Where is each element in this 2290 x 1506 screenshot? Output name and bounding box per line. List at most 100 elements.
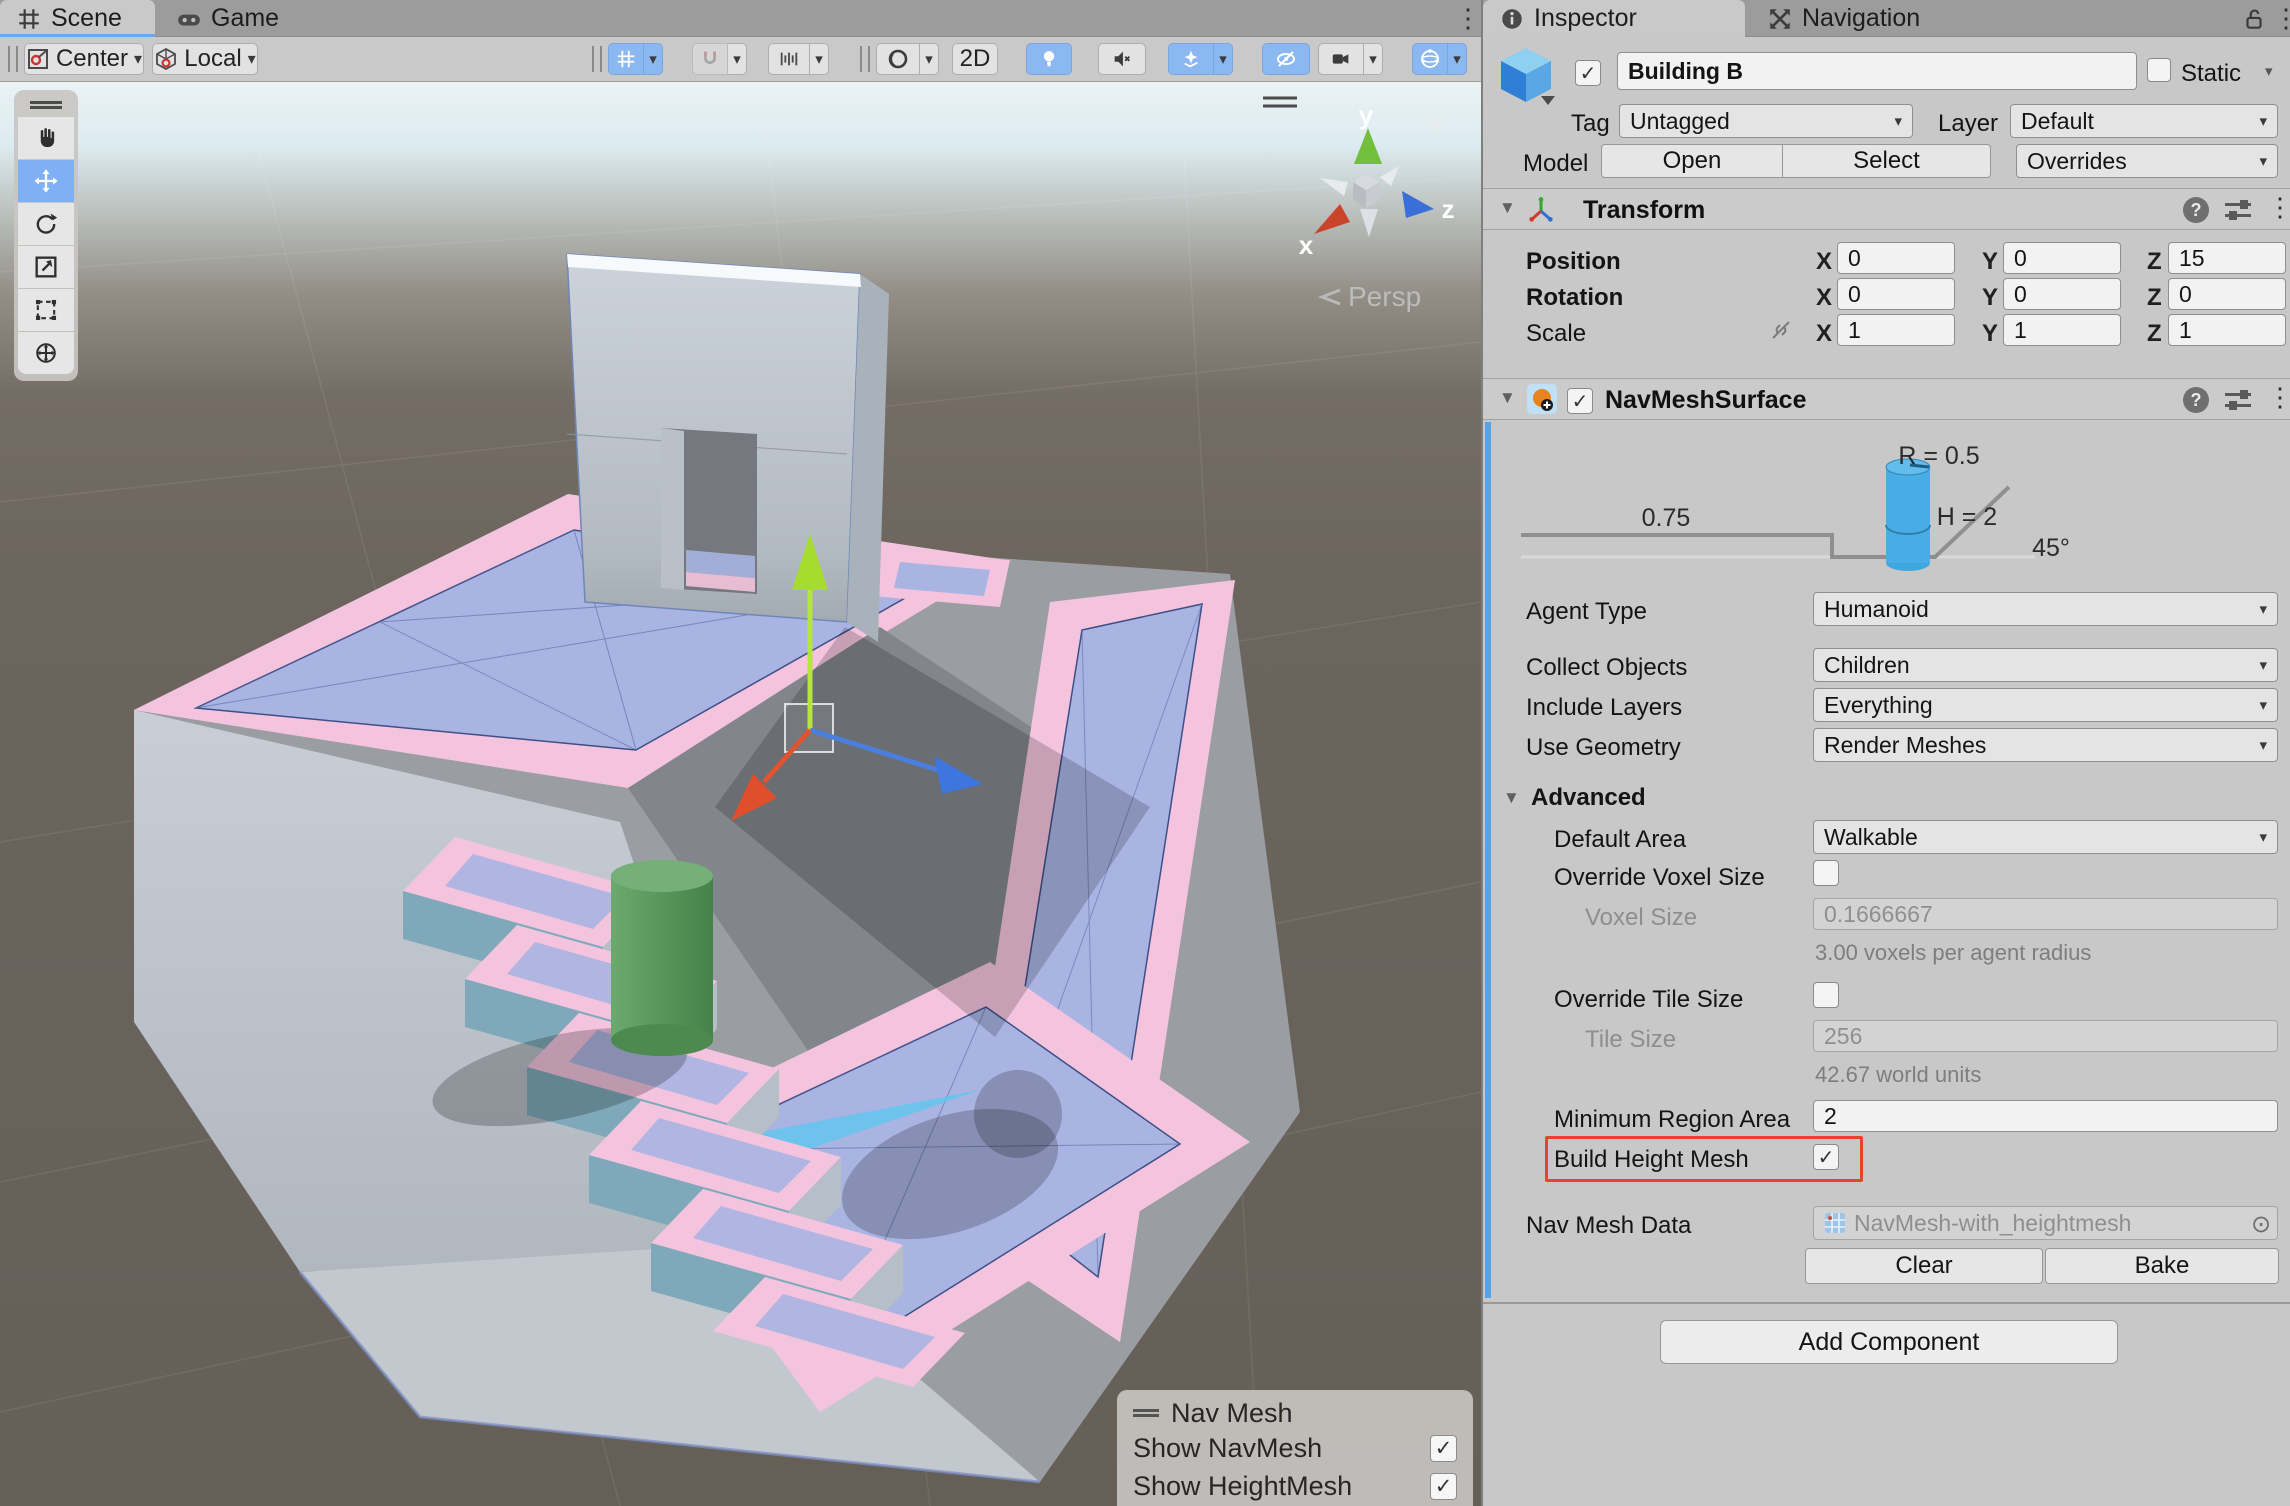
- scale-label: Scale: [1526, 320, 1586, 348]
- prefab-cube-icon[interactable]: [1497, 46, 1555, 106]
- transform-tool-button[interactable]: [18, 332, 74, 374]
- link-broken-icon[interactable]: [1769, 318, 1793, 342]
- include-layers-dropdown[interactable]: Everything▾: [1813, 688, 2278, 722]
- layer-dropdown[interactable]: Default▾: [2010, 104, 2278, 138]
- override-tile-checkbox[interactable]: [1813, 982, 1839, 1008]
- position-x-field[interactable]: 0: [1837, 242, 1955, 274]
- chevron-down-icon: ▾: [815, 50, 823, 68]
- camera-view-button[interactable]: [1318, 43, 1364, 75]
- override-voxel-checkbox[interactable]: [1813, 860, 1839, 886]
- bake-button[interactable]: Bake: [2045, 1248, 2279, 1284]
- tab-game[interactable]: Game: [160, 0, 310, 37]
- legend-title-row[interactable]: Nav Mesh: [1133, 1398, 1457, 1428]
- scale-tool-button[interactable]: [18, 246, 74, 288]
- tag-dropdown[interactable]: Untagged▾: [1619, 104, 1913, 138]
- projection-label[interactable]: Persp: [1348, 281, 1421, 312]
- move-tool-button[interactable]: [18, 160, 74, 202]
- gizmos-toggle-button[interactable]: [1412, 43, 1448, 75]
- nav-mesh-data-field[interactable]: NavMesh-with_heightmesh: [1813, 1206, 2278, 1240]
- static-dropdown[interactable]: ▾: [2265, 62, 2273, 80]
- toolbar-drag-handle[interactable]: [860, 46, 870, 72]
- hidden-objects-button[interactable]: [1262, 43, 1310, 75]
- help-icon[interactable]: ?: [2183, 387, 2209, 413]
- default-area-dropdown[interactable]: Walkable▾: [1813, 820, 2278, 854]
- position-label: Position: [1526, 248, 1621, 276]
- effects-dropdown[interactable]: ▾: [1214, 43, 1233, 75]
- show-heightmesh-checkbox[interactable]: ✓: [1430, 1473, 1457, 1500]
- pivot-mode-button[interactable]: Center ▾: [24, 43, 144, 75]
- agent-type-dropdown[interactable]: Humanoid▾: [1813, 592, 2278, 626]
- lock-icon[interactable]: [2241, 6, 2267, 37]
- legend-drag-handle[interactable]: [1133, 1409, 1159, 1417]
- scene-menu-kebab[interactable]: ⋮: [1455, 4, 1481, 32]
- object-picker-icon[interactable]: ⊙: [2251, 1210, 2271, 1239]
- advanced-foldout[interactable]: ▼: [1503, 788, 1520, 808]
- rotation-y-field[interactable]: 0: [2003, 278, 2121, 310]
- step-height-label: 0.75: [1642, 504, 1691, 532]
- clear-button[interactable]: Clear: [1805, 1248, 2043, 1284]
- snap-toggle-button[interactable]: [692, 43, 728, 75]
- hand-tool-button[interactable]: [18, 117, 74, 159]
- scene-3d-render: y x z Persp: [0, 82, 1481, 1506]
- section-separator: [1483, 1302, 2290, 1304]
- orientation-button[interactable]: Local ▾: [152, 43, 258, 75]
- collect-objects-label: Collect Objects: [1526, 654, 1687, 682]
- add-component-button[interactable]: Add Component: [1660, 1320, 2118, 1364]
- lighting-toggle-button[interactable]: [1026, 43, 1072, 75]
- navmeshsurface-enabled-checkbox[interactable]: ✓: [1567, 388, 1593, 414]
- presets-icon[interactable]: [2225, 199, 2251, 221]
- toolbar-drag-handle[interactable]: [592, 46, 602, 72]
- advanced-label[interactable]: Advanced: [1531, 784, 1646, 812]
- axis-y-label: Y: [1982, 320, 1998, 348]
- navmeshsurface-kebab[interactable]: ⋮: [2267, 383, 2290, 411]
- tab-scene[interactable]: Scene: [0, 0, 155, 37]
- rotation-z-field[interactable]: 0: [2168, 278, 2286, 310]
- inspector-menu-kebab[interactable]: ⋮: [2273, 4, 2290, 32]
- rotation-x-field[interactable]: 0: [1837, 278, 1955, 310]
- 2d-toggle-button[interactable]: 2D: [952, 43, 998, 75]
- snap-increment-dropdown[interactable]: ▾: [810, 43, 829, 75]
- rect-tool-button[interactable]: [18, 289, 74, 331]
- gameobject-active-checkbox[interactable]: ✓: [1575, 60, 1601, 86]
- use-geometry-dropdown[interactable]: Render Meshes▾: [1813, 728, 2278, 762]
- static-checkbox[interactable]: [2147, 58, 2171, 82]
- scene-viewport[interactable]: y x z Persp: [0, 82, 1481, 1506]
- navmeshsurface-foldout[interactable]: ▼: [1499, 388, 1516, 408]
- include-layers-label: Include Layers: [1526, 694, 1682, 722]
- transform-title: Transform: [1583, 196, 1705, 225]
- tab-inspector-label: Inspector: [1534, 4, 1637, 33]
- collect-objects-dropdown[interactable]: Children▾: [1813, 648, 2278, 682]
- position-y-field[interactable]: 0: [2003, 242, 2121, 274]
- gizmos-dropdown[interactable]: ▾: [1448, 43, 1467, 75]
- help-icon[interactable]: ?: [2183, 197, 2209, 223]
- effects-toggle-button[interactable]: [1168, 43, 1214, 75]
- position-z-field[interactable]: 15: [2168, 242, 2286, 274]
- gameobject-name-field[interactable]: Building B: [1617, 52, 2137, 90]
- model-open-button[interactable]: Open: [1601, 144, 1783, 178]
- scale-z-field[interactable]: 1: [2168, 314, 2286, 346]
- presets-icon[interactable]: [2225, 389, 2251, 411]
- rotate-tool-button[interactable]: [18, 203, 74, 245]
- tab-navigation[interactable]: Navigation: [1751, 0, 2001, 37]
- audio-toggle-button[interactable]: [1098, 43, 1146, 75]
- grid-visibility-dropdown[interactable]: ▾: [644, 43, 663, 75]
- toolbar-drag-handle[interactable]: [8, 46, 18, 72]
- min-region-field[interactable]: 2: [1813, 1100, 2278, 1132]
- draw-mode-button[interactable]: [876, 43, 920, 75]
- show-navmesh-checkbox[interactable]: ✓: [1430, 1435, 1457, 1462]
- build-height-mesh-checkbox[interactable]: ✓: [1813, 1144, 1839, 1170]
- camera-view-dropdown[interactable]: ▾: [1364, 43, 1383, 75]
- tools-drag-handle[interactable]: [18, 94, 74, 116]
- scale-x-field[interactable]: 1: [1837, 314, 1955, 346]
- draw-mode-dropdown[interactable]: ▾: [920, 43, 939, 75]
- chevron-down-icon: ▾: [2259, 112, 2267, 130]
- snap-toggle-dropdown[interactable]: ▾: [728, 43, 747, 75]
- model-select-button[interactable]: Select: [1783, 144, 1991, 178]
- transform-kebab[interactable]: ⋮: [2267, 193, 2290, 221]
- snap-increment-button[interactable]: [768, 43, 810, 75]
- transform-foldout[interactable]: ▼: [1499, 198, 1516, 218]
- overrides-dropdown[interactable]: Overrides▾: [2016, 144, 2278, 178]
- scale-y-field[interactable]: 1: [2003, 314, 2121, 346]
- tab-inspector[interactable]: Inspector: [1483, 0, 1745, 37]
- grid-visibility-button[interactable]: [608, 43, 644, 75]
